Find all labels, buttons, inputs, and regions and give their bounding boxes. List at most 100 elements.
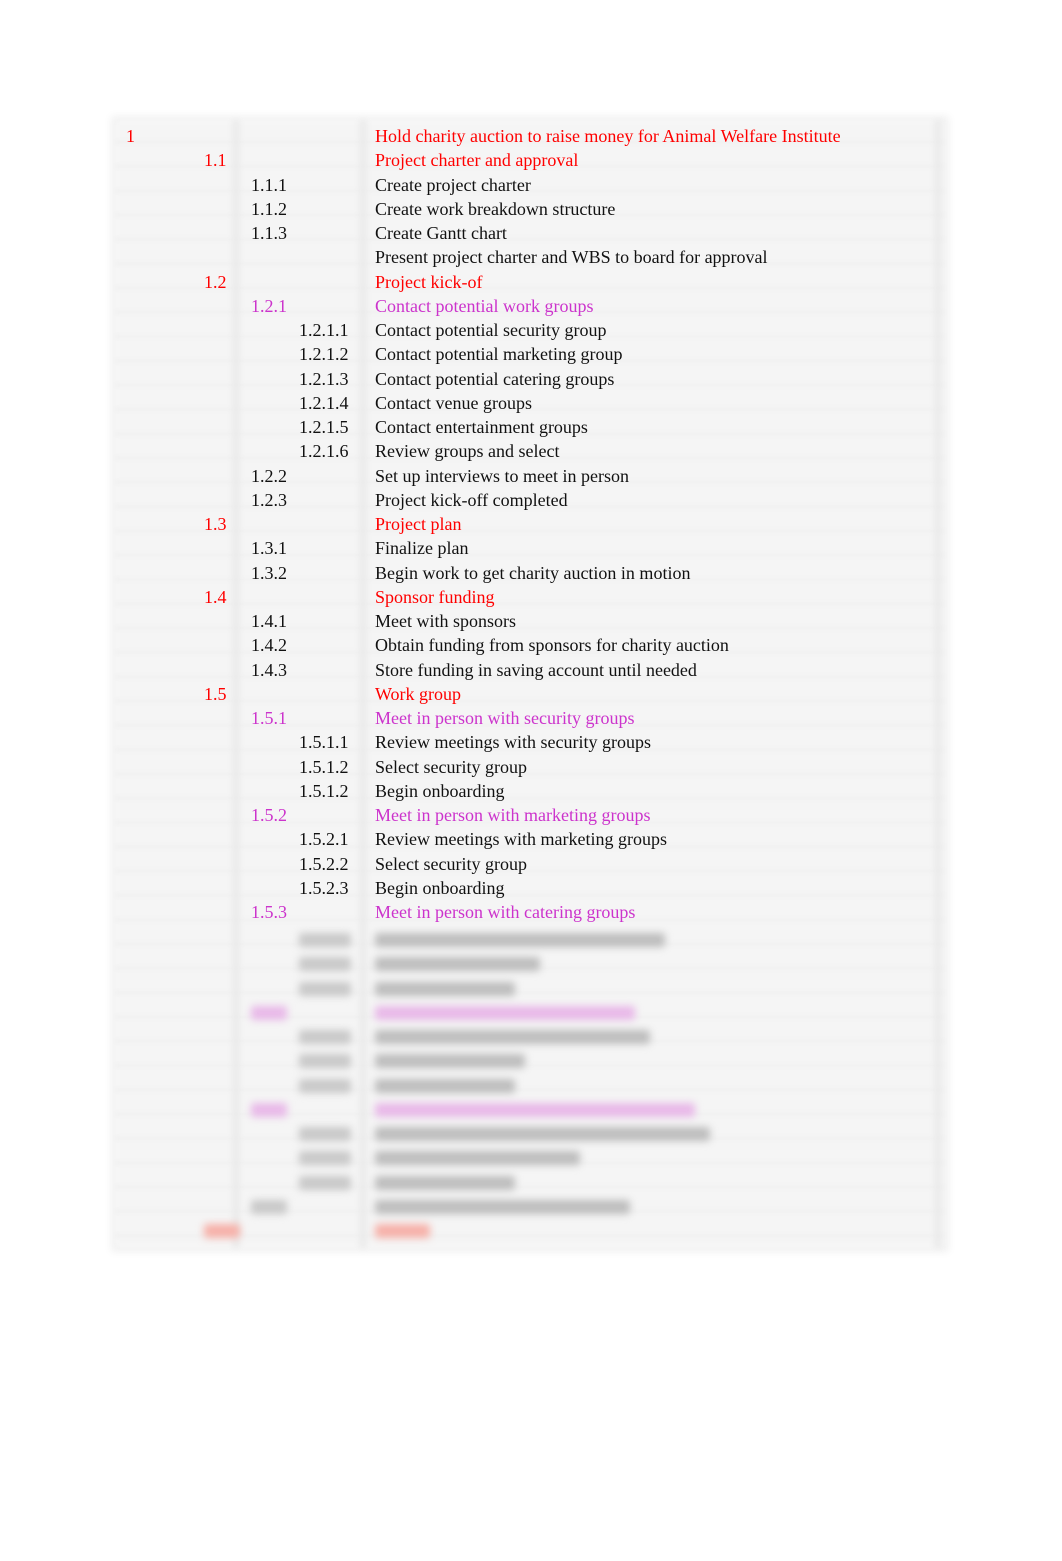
wbs-id: 1.2.3 <box>251 489 287 510</box>
wbs-id: 1.3 <box>204 514 227 534</box>
wbs-id: 1.2.1.3 <box>299 368 349 389</box>
wbs-description: Begin onboarding <box>375 780 505 801</box>
wbs-description: Review groups and select <box>375 441 560 462</box>
wbs-id: 1.2.1.6 <box>299 441 349 462</box>
wbs-description: Begin onboarding <box>375 877 505 898</box>
wbs-id: 1.5.2.2 <box>299 853 349 874</box>
blurred-description <box>375 1199 630 1214</box>
blurred-id <box>251 1005 287 1020</box>
wbs-row: 1.3.1 Finalize plan <box>115 536 945 560</box>
wbs-id: 1.2.1.5 <box>299 417 349 437</box>
wbs-row: 1.5.1.1 Review meetings with security gro… <box>115 730 945 754</box>
wbs-description: Store funding in saving account until ne… <box>375 659 697 680</box>
wbs-id: 1.1.3 <box>251 223 287 243</box>
wbs-description: Contact potential catering groups <box>375 368 615 389</box>
blurred-id <box>299 1151 351 1166</box>
blurred-row <box>115 1074 945 1098</box>
wbs-row: 1.2.1.5 Contact entertainment groups <box>115 415 945 439</box>
wbs-row: 1.2.2 Set up interviews to meet in person <box>115 464 945 488</box>
wbs-id: 1 <box>126 126 135 146</box>
blurred-row <box>115 952 945 976</box>
blurred-description <box>375 1054 525 1069</box>
blurred-description <box>375 1078 515 1093</box>
blurred-id <box>299 1054 351 1069</box>
blurred-row <box>115 977 945 1001</box>
wbs-id: 1.1.1 <box>251 174 287 195</box>
blurred-description <box>375 981 515 996</box>
blurred-id <box>299 1127 351 1141</box>
blurred-preview-rows <box>115 928 945 1243</box>
wbs-row: 1.5.2.2 Select security group <box>115 852 945 876</box>
wbs-id: 1.2.1 <box>251 295 287 316</box>
blurred-row <box>115 1171 945 1195</box>
wbs-id: 1.2.1.2 <box>299 344 349 365</box>
blurred-row <box>115 1025 945 1049</box>
wbs-id: 1.4.2 <box>251 635 287 656</box>
blurred-id <box>204 1224 240 1238</box>
wbs-description: Finalize plan <box>375 538 469 559</box>
wbs-table: 1 Hold charity auction to raise money for… <box>115 120 945 1248</box>
wbs-row: 1.1.2 Create work breakdown structure <box>115 197 945 221</box>
blurred-description <box>375 1224 430 1238</box>
wbs-description: Work group <box>375 683 462 704</box>
wbs-description: Hold charity auction to raise money for … <box>375 126 841 146</box>
wbs-id: 1.1.2 <box>251 198 287 219</box>
blurred-row <box>115 1001 945 1025</box>
blurred-id <box>251 1102 287 1117</box>
blurred-id <box>299 1175 351 1190</box>
wbs-description: Review meetings with security groups <box>375 732 651 753</box>
blurred-description <box>375 1005 635 1020</box>
wbs-description: Project kick-of <box>375 271 483 292</box>
wbs-id: 1.5.1.2 <box>299 756 349 777</box>
wbs-description: Contact potential work groups <box>375 295 594 316</box>
wbs-id: 1.3.2 <box>251 562 287 583</box>
wbs-description: Project plan <box>375 514 462 534</box>
blurred-description <box>375 1175 515 1190</box>
wbs-id: 1.5.2.1 <box>299 829 349 850</box>
wbs-row: 1.2 Project kick-of <box>115 270 945 294</box>
wbs-row: 1.4.3 Store funding in saving account unt… <box>115 658 945 682</box>
wbs-description: Contact entertainment groups <box>375 417 588 437</box>
blurred-description <box>375 1102 695 1117</box>
blurred-row <box>115 1049 945 1073</box>
blurred-row <box>115 928 945 952</box>
wbs-id: 1.5.1.1 <box>299 732 349 753</box>
wbs-description: Contact potential marketing group <box>375 344 623 365</box>
wbs-description: Present project charter and WBS to board… <box>375 247 768 268</box>
wbs-id: 1.1 <box>204 150 227 171</box>
wbs-description: Sponsor funding <box>375 586 495 607</box>
wbs-id: 1.5.2 <box>251 805 287 825</box>
wbs-description: Obtain funding from sponsors for charity… <box>375 635 729 656</box>
blurred-description <box>375 957 540 972</box>
wbs-row: 1.1.1 Create project charter <box>115 173 945 197</box>
blurred-id <box>299 1030 351 1044</box>
wbs-row: 1 Hold charity auction to raise money for… <box>115 124 945 148</box>
wbs-row: 1.5.1 Meet in person with security groups <box>115 706 945 730</box>
wbs-description: Contact potential security group <box>375 320 607 340</box>
wbs-id: 1.5 <box>204 683 227 704</box>
wbs-id: 1.2.2 <box>251 465 287 486</box>
blurred-description <box>375 1030 650 1044</box>
wbs-description: Set up interviews to meet in person <box>375 465 629 486</box>
blurred-row <box>115 1195 945 1219</box>
wbs-rows: 1 Hold charity auction to raise money for… <box>115 124 945 924</box>
wbs-row: 1.1.3 Create Gantt chart <box>115 221 945 245</box>
wbs-row: 1.5.2 Meet in person with marketing group… <box>115 803 945 827</box>
wbs-id: 1.4 <box>204 586 227 607</box>
wbs-id: 1.3.1 <box>251 538 287 559</box>
wbs-row: 1.2.1.2 Contact potential marketing group <box>115 342 945 366</box>
blurred-id <box>299 933 351 947</box>
blurred-row <box>115 1098 945 1122</box>
wbs-row: 1.5.3 Meet in person with catering groups <box>115 900 945 924</box>
blurred-row <box>115 1219 945 1243</box>
wbs-row: 1.5.1.2 Select security group <box>115 755 945 779</box>
wbs-row: 1.5.2.3 Begin onboarding <box>115 876 945 900</box>
blurred-description <box>375 1127 710 1141</box>
wbs-id: 1.4.3 <box>251 659 287 680</box>
wbs-description: Project charter and approval <box>375 150 579 171</box>
blurred-id <box>299 981 351 996</box>
wbs-row: 1.4.2 Obtain funding from sponsors for ch… <box>115 633 945 657</box>
wbs-row: 1.5.1.2 Begin onboarding <box>115 779 945 803</box>
wbs-row: 1.2.1.1 Contact potential security group <box>115 318 945 342</box>
wbs-row: 1.2.1.6 Review groups and select <box>115 439 945 463</box>
